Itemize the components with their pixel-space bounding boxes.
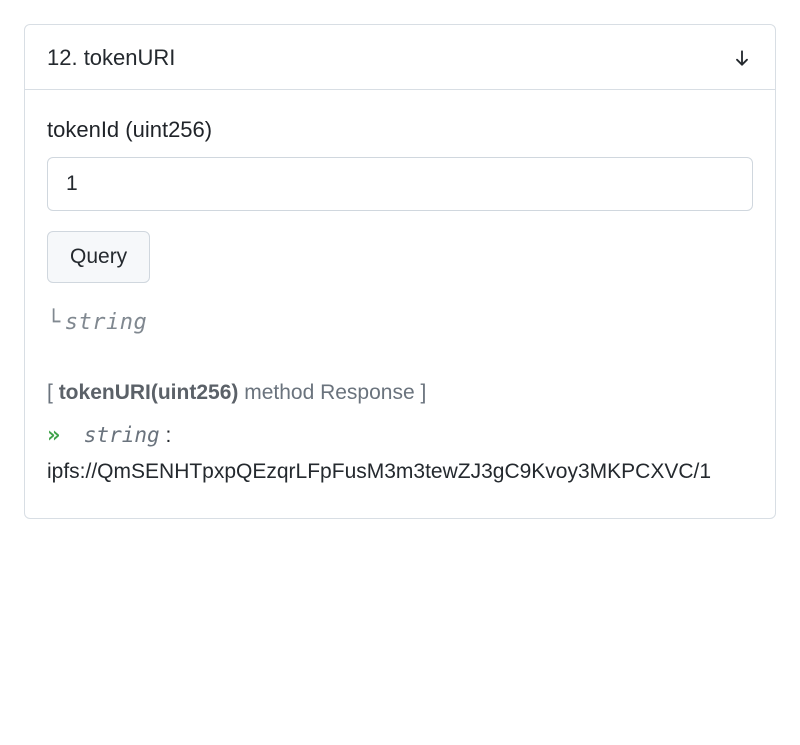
response-block: [ tokenURI(uint256) method Response ] » … [47, 376, 753, 489]
card-title: 12. tokenURI [47, 45, 175, 71]
response-signature: tokenURI(uint256) [59, 381, 239, 404]
card-body: tokenId (uint256) Query └string [ tokenU… [25, 90, 775, 518]
function-card: 12. tokenURI tokenId (uint256) Query └st… [24, 24, 776, 519]
tokenid-label: tokenId (uint256) [47, 112, 753, 147]
query-button[interactable]: Query [47, 231, 150, 283]
collapse-arrow-icon [731, 47, 753, 69]
response-heading: [ tokenURI(uint256) method Response ] [47, 376, 753, 410]
corner-glyph: └ [47, 310, 61, 335]
response-type: string [84, 423, 160, 447]
response-colon: : [160, 424, 172, 447]
card-header[interactable]: 12. tokenURI [25, 25, 775, 90]
tokenid-input[interactable] [47, 157, 753, 211]
response-value: ipfs://QmSENHTpxpQEzqrLFpFusM3m3tewZJ3gC… [47, 455, 747, 490]
return-type: └string [47, 305, 753, 340]
annotation-arrow-icon [225, 510, 776, 519]
return-type-text: string [65, 310, 147, 335]
response-label-rest: method Response ] [238, 381, 426, 404]
chevron-icon: » [47, 423, 60, 448]
space2 [72, 424, 78, 447]
response-type-line: » string : [47, 418, 753, 453]
